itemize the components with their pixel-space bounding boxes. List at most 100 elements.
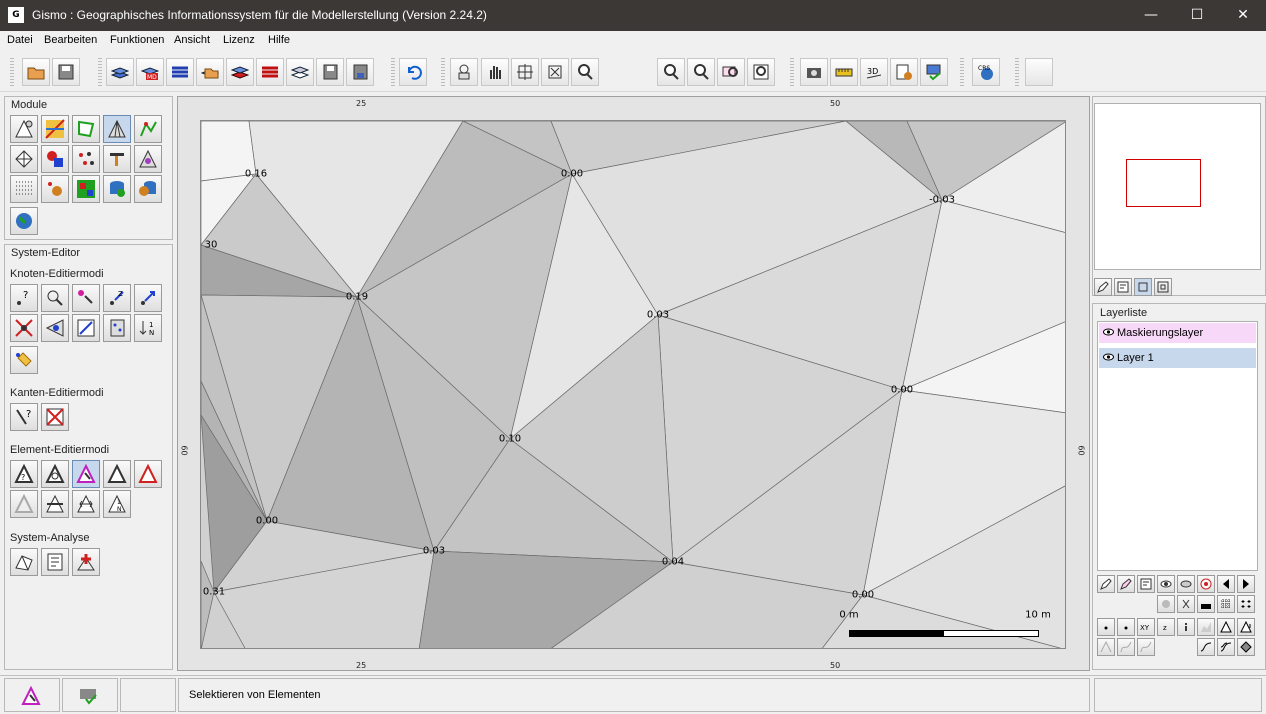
toolbar-grip[interactable]	[441, 58, 445, 86]
layer-next-button[interactable]	[1237, 575, 1255, 593]
zoom-window-button[interactable]	[717, 58, 745, 86]
blank-toolbar-button[interactable]	[1025, 58, 1053, 86]
minimize-icon[interactable]: —	[1128, 0, 1174, 31]
layer-hide-button[interactable]	[1177, 575, 1195, 593]
toolbar-grip[interactable]	[98, 58, 102, 86]
module-grid-button[interactable]	[10, 175, 38, 203]
layers-blue-button[interactable]	[106, 58, 134, 86]
layer-contour-button[interactable]	[1197, 638, 1215, 656]
node-select-button[interactable]	[72, 284, 100, 312]
measure-button[interactable]	[830, 58, 858, 86]
layer-edit-alt-button[interactable]	[1117, 575, 1135, 593]
node-renumber-button[interactable]: 1N	[134, 314, 162, 342]
node-info-button[interactable]: ?	[10, 284, 38, 312]
layers-red-button[interactable]	[226, 58, 254, 86]
module-triangle-alt-button[interactable]	[134, 145, 162, 173]
layer-dot-button[interactable]	[1097, 618, 1115, 636]
pan-button[interactable]	[481, 58, 509, 86]
element-split-button[interactable]	[41, 490, 69, 518]
overview-fit-button[interactable]	[1154, 278, 1172, 296]
export-button[interactable]	[890, 58, 918, 86]
zoom-out-button[interactable]	[657, 58, 685, 86]
element-renumber-button[interactable]: 1N	[103, 490, 131, 518]
menu-datei[interactable]: Datei	[7, 34, 33, 46]
node-points-button[interactable]	[103, 314, 131, 342]
toolbar-grip[interactable]	[1015, 58, 1019, 86]
layer-dot-alt-button[interactable]	[1117, 618, 1135, 636]
module-points-settings-button[interactable]	[41, 175, 69, 203]
node-rotate-button[interactable]	[72, 314, 100, 342]
node-move-button[interactable]	[134, 284, 162, 312]
zoom-previous-button[interactable]	[687, 58, 715, 86]
layer-curve-disabled-alt-button[interactable]	[1137, 638, 1155, 656]
layer-z-button[interactable]: z	[1157, 618, 1175, 636]
layer-profile-button[interactable]	[1197, 618, 1215, 636]
element-select-button[interactable]	[72, 460, 100, 488]
node-search-button[interactable]	[41, 284, 69, 312]
analysis-report-button[interactable]	[41, 548, 69, 576]
menu-funktionen[interactable]: Funktionen	[110, 34, 164, 46]
toolbar-grip[interactable]	[960, 58, 964, 86]
open-folder-button[interactable]	[22, 58, 50, 86]
undo-button[interactable]	[399, 58, 427, 86]
menu-lizenz[interactable]: Lizenz	[223, 34, 255, 46]
layers-grid-button[interactable]	[286, 58, 314, 86]
layer-grid-button[interactable]	[1217, 595, 1235, 613]
view-3d-button[interactable]: 3D	[860, 58, 888, 86]
layer-points-button[interactable]	[1237, 595, 1255, 613]
analysis-check-button[interactable]	[72, 548, 100, 576]
zoom-in-button[interactable]	[571, 58, 599, 86]
layer-triangle-info-button[interactable]	[1237, 618, 1255, 636]
element-disabled-button[interactable]	[10, 490, 38, 518]
module-boundary-button[interactable]	[72, 115, 100, 143]
analysis-mesh-button[interactable]	[10, 548, 38, 576]
module-3d-mesh-button[interactable]	[10, 145, 38, 173]
node-z-button[interactable]: Z	[103, 284, 131, 312]
overview-select-button[interactable]	[1134, 278, 1152, 296]
save-layer-button[interactable]	[316, 58, 344, 86]
save-as-button[interactable]	[346, 58, 374, 86]
close-icon[interactable]: ✕	[1220, 0, 1266, 31]
node-tag-button[interactable]	[10, 346, 38, 374]
module-colors-button[interactable]	[41, 145, 69, 173]
overview-map[interactable]	[1094, 103, 1261, 270]
element-info-button[interactable]: ?	[10, 460, 38, 488]
module-structure-button[interactable]	[103, 145, 131, 173]
layer-properties-button[interactable]	[1137, 575, 1155, 593]
module-database-settings-button[interactable]	[134, 175, 162, 203]
layer-visibility-button[interactable]	[1157, 575, 1175, 593]
layer-color-button[interactable]	[1197, 575, 1215, 593]
toolbar-grip[interactable]	[790, 58, 794, 86]
layer-triangle-button[interactable]	[1217, 618, 1235, 636]
module-triangle-button[interactable]	[103, 115, 131, 143]
layers-stack-button[interactable]	[166, 58, 194, 86]
overview-pencil-button[interactable]	[1094, 278, 1112, 296]
menu-bearbeiten[interactable]: Bearbeiten	[44, 34, 97, 46]
menu-ansicht[interactable]: Ansicht	[174, 34, 210, 46]
layer-disabled-button[interactable]	[1157, 595, 1175, 613]
node-delete-button[interactable]	[10, 314, 38, 342]
map-canvas[interactable]: 0.16 0.00 -0.03 30 0.19 0.03 0.00 0.10 0…	[200, 120, 1066, 649]
layer-info-button[interactable]	[1177, 618, 1195, 636]
toolbar-grip[interactable]	[391, 58, 395, 86]
layer-curve-disabled-button[interactable]	[1117, 638, 1135, 656]
maximize-icon[interactable]: ☐	[1174, 0, 1220, 31]
save-project-button[interactable]	[52, 58, 80, 86]
eye-icon[interactable]	[1103, 353, 1114, 361]
edge-info-button[interactable]: ?	[10, 403, 38, 431]
layer-line-disabled-button[interactable]	[1097, 638, 1115, 656]
layer-item-layer-1[interactable]: Layer 1	[1099, 348, 1256, 368]
overview-edit-button[interactable]	[1114, 278, 1132, 296]
layer-xy-button[interactable]: XY	[1137, 618, 1155, 636]
check-button[interactable]	[920, 58, 948, 86]
zoom-fit-button[interactable]	[541, 58, 569, 86]
layer-fill-button[interactable]	[1197, 595, 1215, 613]
menu-hilfe[interactable]: Hilfe	[268, 34, 290, 46]
node-insert-button[interactable]	[41, 314, 69, 342]
layer-edit-button[interactable]	[1097, 575, 1115, 593]
element-create-button[interactable]	[103, 460, 131, 488]
layer-contour-alt-button[interactable]	[1217, 638, 1235, 656]
module-raster-button[interactable]	[72, 175, 100, 203]
crs-button[interactable]: CRS	[972, 58, 1000, 86]
select-tool-button[interactable]	[450, 58, 478, 86]
